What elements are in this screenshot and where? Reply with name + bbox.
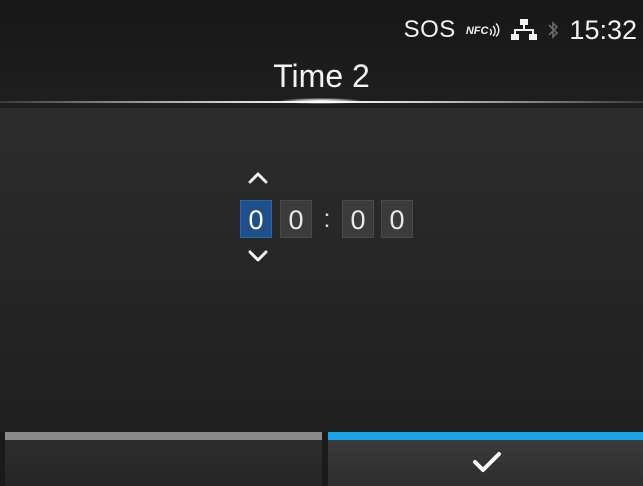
status-bar: SOS NFC 15:32 xyxy=(404,10,637,50)
sos-indicator: SOS xyxy=(403,16,456,43)
softkey-right-bar xyxy=(328,432,643,440)
increment-arrow-icon[interactable] xyxy=(248,170,268,184)
bluetooth-icon xyxy=(548,21,559,39)
softkey-left-button[interactable] xyxy=(5,440,322,486)
nfc-signal-icon xyxy=(489,23,500,37)
minute-ones-digit[interactable]: 0 xyxy=(381,200,413,238)
screen: SOS NFC 15:32 Time 2 0 0: 0 0 xyxy=(0,0,643,486)
confirm-button[interactable] xyxy=(328,440,643,486)
nfc-icon: NFC xyxy=(466,23,502,37)
clock: 15:32 xyxy=(569,14,637,45)
time-separator: : xyxy=(323,205,331,233)
header-divider-glow xyxy=(281,98,361,104)
nfc-label: NFC xyxy=(465,25,489,37)
page-title: Time 2 xyxy=(273,58,370,94)
minute-tens-digit[interactable]: 0 xyxy=(342,200,374,238)
hour-tens-digit[interactable]: 0 xyxy=(240,200,272,238)
softkey-left-bar xyxy=(5,432,322,440)
hour-ones-digit[interactable]: 0 xyxy=(280,200,312,238)
decrement-arrow-icon[interactable] xyxy=(248,250,268,264)
header: SOS NFC 15:32 Time 2 xyxy=(0,0,643,108)
check-icon xyxy=(473,452,501,472)
network-icon xyxy=(511,19,538,40)
